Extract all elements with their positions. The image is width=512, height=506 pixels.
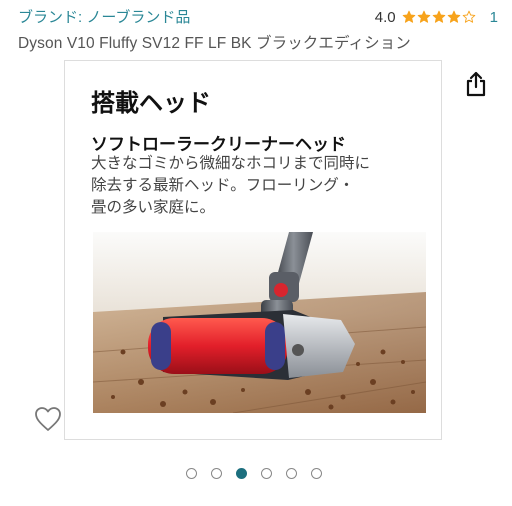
star-icon — [447, 10, 460, 23]
rating-stars — [402, 10, 476, 24]
share-button[interactable] — [462, 68, 490, 100]
card-heading: 搭載ヘッド — [91, 90, 211, 117]
star-icon — [402, 10, 415, 23]
description-line: 除去する最新ヘッド。フローリング・ — [91, 177, 355, 194]
star-icon — [417, 10, 430, 23]
carousel-dots — [186, 466, 322, 480]
brand-link[interactable]: ブランド: ノーブランド品 — [18, 6, 190, 27]
star-icon — [432, 10, 445, 23]
carousel-dot[interactable] — [261, 467, 272, 479]
carousel-dot[interactable] — [186, 467, 197, 479]
star-icon — [462, 10, 475, 23]
carousel-dot[interactable] — [236, 467, 247, 479]
carousel-dot[interactable] — [311, 467, 322, 479]
share-icon — [466, 71, 486, 97]
product-title: Dyson V10 Fluffy SV12 FF LF BK ブラックエディショ… — [18, 35, 411, 52]
heart-icon — [35, 407, 61, 431]
review-count[interactable]: 1 — [490, 9, 498, 26]
rating-value: 4.0 — [374, 8, 396, 26]
product-image-card[interactable]: 搭載ヘッド ソフトローラークリーナーヘッド 大きなゴミから微細なホコリまで同時に… — [64, 60, 442, 440]
rating-summary[interactable]: 4.0 1 — [375, 6, 498, 28]
card-description: 大きなゴミから微細なホコリまで同時に 除去する最新ヘッド。フローリング・ 畳の多… — [91, 153, 411, 219]
description-line: 大きなゴミから微細なホコリまで同時に — [91, 155, 371, 172]
card-subheading: ソフトローラークリーナーヘッド — [91, 135, 346, 154]
carousel-dot[interactable] — [286, 467, 297, 479]
carousel-dot[interactable] — [211, 467, 222, 479]
wishlist-button[interactable] — [33, 404, 63, 434]
cleaner-head-photo — [93, 232, 426, 413]
description-line: 畳の多い家庭に。 — [91, 199, 216, 216]
brand-rating-row: ブランド: ノーブランド品 4.0 1 — [18, 6, 498, 28]
